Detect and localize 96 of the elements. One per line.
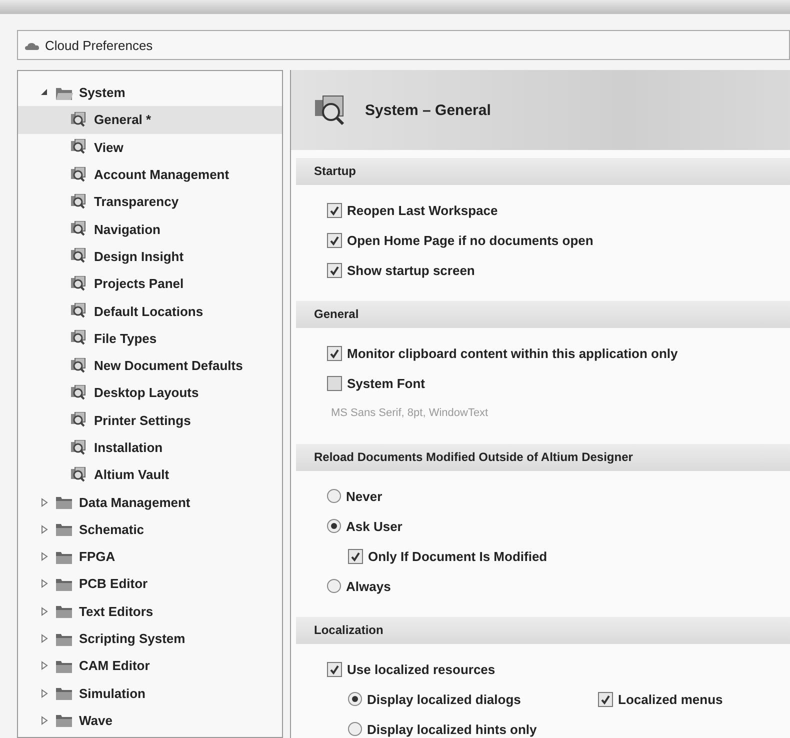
folder-icon: [55, 712, 73, 728]
tree-item[interactable]: Data Management: [79, 494, 190, 510]
radio-button[interactable]: [348, 722, 362, 736]
tree-item[interactable]: FPGA: [79, 549, 116, 564]
tree-item[interactable]: Simulation: [79, 686, 146, 701]
section-header: Startup: [296, 158, 790, 185]
checkbox-label: System Font: [347, 376, 426, 390]
collapse-arrow-icon[interactable]: [40, 88, 49, 98]
radio-button[interactable]: [327, 519, 341, 533]
page-icon: [70, 358, 86, 374]
tree-item[interactable]: General *: [18, 106, 282, 134]
tree-item[interactable]: Printer Settings: [18, 406, 282, 434]
checkbox[interactable]: [327, 202, 342, 218]
radio-label: Never: [346, 488, 382, 504]
check-mark-icon: [329, 664, 340, 674]
expand-arrow-icon[interactable]: [40, 552, 49, 562]
expand-arrow-icon[interactable]: [40, 661, 49, 670]
tree-item[interactable]: CAM Editor: [79, 658, 150, 674]
checkbox-label: Use localized resources: [347, 662, 496, 676]
page-icon: [70, 384, 86, 401]
tree-item[interactable]: Altium Vault: [18, 461, 282, 488]
tree-item[interactable]: Projects Panel: [18, 270, 282, 298]
radio-dot-icon: [352, 696, 358, 702]
page-icon: [70, 221, 86, 238]
section-header: General: [296, 301, 790, 328]
folder-icon: [55, 521, 73, 538]
checkbox[interactable]: [327, 346, 342, 360]
tree-item[interactable]: System: [79, 85, 126, 100]
tree-item[interactable]: Scripting System: [79, 631, 186, 646]
expand-arrow-icon[interactable]: [40, 498, 49, 507]
page-icon: [70, 303, 86, 320]
page-icon: [70, 112, 86, 128]
checkbox-label: Show startup screen: [347, 262, 475, 278]
expand-arrow-icon[interactable]: [40, 579, 49, 588]
page-icon: [70, 194, 86, 210]
page-icon: [70, 412, 86, 428]
tree-item[interactable]: PCB Editor: [79, 576, 148, 592]
tree-item[interactable]: Transparency: [18, 188, 282, 216]
expand-arrow-icon[interactable]: [40, 524, 49, 534]
tree-item[interactable]: New Document Defaults: [18, 352, 282, 380]
page-icon: [70, 440, 86, 456]
checkbox-label: Reopen Last Workspace: [347, 202, 498, 218]
folder-icon: [55, 603, 73, 620]
section-header: Localization: [296, 617, 790, 644]
tree-item[interactable]: Schematic: [79, 522, 144, 537]
tree-item[interactable]: Design Insight: [18, 242, 282, 270]
page-icon: [70, 330, 86, 346]
toolbar-label[interactable]: Cloud Preferences: [45, 38, 153, 52]
expand-arrow-icon[interactable]: [40, 688, 49, 698]
page-icon: [70, 466, 86, 483]
tree-item[interactable]: Navigation: [18, 215, 282, 243]
checkbox[interactable]: [598, 692, 613, 706]
check-mark-icon: [329, 234, 340, 246]
tree-item[interactable]: Text Editors: [79, 604, 154, 619]
check-mark-icon: [329, 204, 340, 216]
expand-arrow-icon[interactable]: [40, 716, 49, 725]
radio-button[interactable]: [348, 692, 362, 706]
settings-page-icon: [313, 94, 345, 126]
checkbox-label: Localized menus: [618, 692, 723, 706]
section-header: Reload Documents Modified Outside of Altium Designer: [296, 444, 790, 471]
radio-label: Display localized dialogs: [367, 692, 521, 706]
page-title: System – General: [365, 102, 491, 118]
radio-label: Always: [346, 578, 391, 594]
radio-button[interactable]: [327, 489, 341, 503]
check-mark-icon: [329, 264, 340, 276]
tree-item[interactable]: Account Management: [18, 160, 282, 188]
folder-icon: [55, 685, 73, 702]
checkbox-label: Open Home Page if no documents open: [347, 232, 594, 248]
expand-arrow-icon[interactable]: [40, 606, 49, 616]
check-mark-icon: [329, 348, 340, 358]
checkbox[interactable]: [348, 548, 363, 564]
page-icon: [70, 276, 86, 292]
tree-item[interactable]: File Types: [18, 324, 282, 352]
check-mark-icon: [350, 550, 361, 562]
font-description: MS Sans Serif, 8pt, WindowText: [330, 407, 488, 419]
checkbox[interactable]: [327, 262, 342, 278]
tree-item[interactable]: Desktop Layouts: [18, 379, 282, 407]
page-icon: [70, 139, 86, 156]
tree-item[interactable]: View: [18, 134, 282, 161]
tree-item[interactable]: Installation: [18, 434, 282, 462]
folder-icon: [55, 494, 73, 510]
radio-label: Ask User: [346, 518, 402, 534]
radio-label: Display localized hints only: [367, 722, 537, 736]
radio-button[interactable]: [327, 579, 341, 593]
page-icon: [70, 166, 86, 183]
checkbox[interactable]: [327, 376, 342, 390]
tree-item[interactable]: Default Locations: [18, 297, 282, 325]
checkbox-label: Monitor clipboard content within this application only: [347, 346, 678, 360]
tree-item[interactable]: Wave: [79, 712, 112, 728]
checkbox[interactable]: [327, 232, 342, 248]
checkbox[interactable]: [327, 662, 342, 676]
radio-dot-icon: [331, 523, 337, 529]
checkbox-label: Only If Document Is Modified: [368, 548, 548, 564]
check-mark-icon: [600, 694, 611, 704]
expand-arrow-icon[interactable]: [40, 634, 49, 644]
page-icon: [70, 248, 86, 264]
